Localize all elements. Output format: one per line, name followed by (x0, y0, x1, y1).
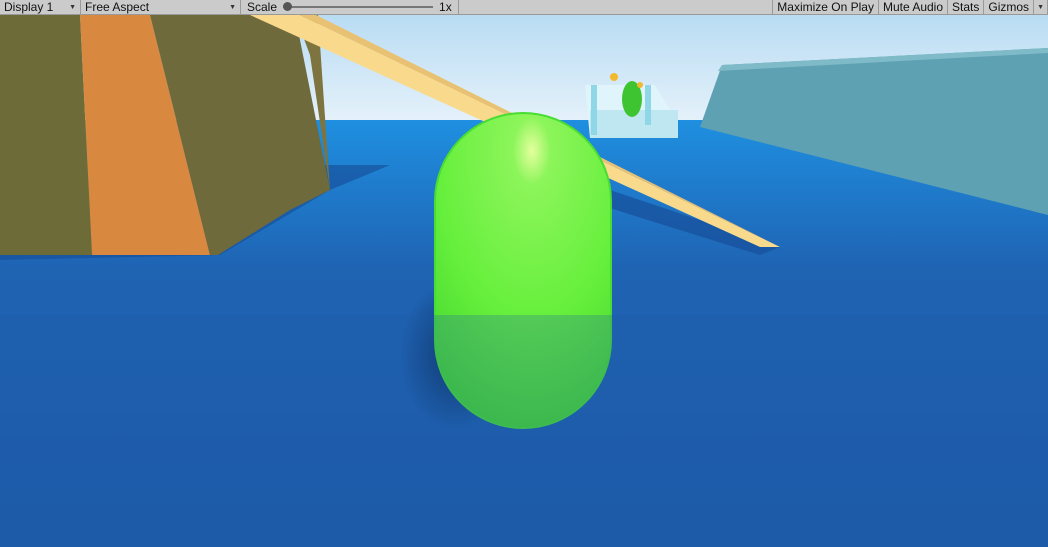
goal-post-right (645, 85, 651, 125)
mute-audio-toggle[interactable]: Mute Audio (879, 0, 949, 14)
toolbar-spacer (459, 0, 774, 14)
scale-slider-thumb[interactable] (283, 2, 293, 11)
game-view-toolbar: Display 1 ▼ Free Aspect ▼ Scale 1x Maxim… (0, 0, 1048, 15)
game-viewport[interactable] (0, 15, 1048, 547)
display-label: Display 1 (4, 0, 54, 14)
scene-render (0, 15, 1048, 547)
chevron-down-icon: ▼ (69, 3, 76, 11)
display-dropdown[interactable]: Display 1 ▼ (0, 0, 81, 14)
scale-label: Scale (247, 0, 278, 14)
ramp-dark-face-left (0, 15, 92, 255)
coin-marker (610, 73, 618, 81)
chevron-down-icon: ▼ (1037, 3, 1044, 11)
scale-slider[interactable] (283, 2, 434, 11)
stats-toggle[interactable]: Stats (948, 0, 985, 14)
scale-value: 1x (439, 0, 452, 14)
maximize-label: Maximize On Play (777, 0, 874, 14)
coin-marker (637, 82, 643, 88)
gizmos-toggle[interactable]: Gizmos (984, 0, 1035, 14)
gizmos-label: Gizmos (988, 0, 1030, 14)
stats-label: Stats (952, 0, 980, 14)
mute-label: Mute Audio (882, 0, 944, 14)
aspect-label: Free Aspect (85, 0, 150, 14)
goal-post-left (591, 85, 597, 135)
chevron-down-icon: ▼ (229, 3, 236, 11)
ground-floor-tile (0, 315, 1048, 547)
maximize-on-play-toggle[interactable]: Maximize On Play (773, 0, 879, 14)
gizmos-dropdown[interactable]: ▼ (1034, 0, 1048, 14)
aspect-dropdown[interactable]: Free Aspect ▼ (81, 0, 241, 14)
scale-control: Scale 1x (241, 0, 459, 14)
